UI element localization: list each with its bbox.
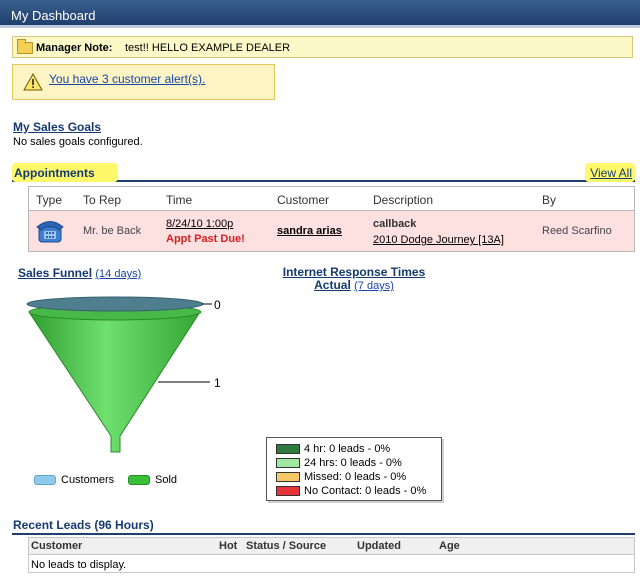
manager-note-label: Manager Note:: [36, 42, 113, 54]
sales-goals-text: No sales goals configured.: [13, 136, 143, 148]
sales-funnel-chart: [26, 296, 212, 453]
column-header: Customer: [31, 540, 83, 552]
recent-leads-table: Customer Hot Status / Source Updated Age…: [28, 537, 635, 573]
column-header: Type: [36, 193, 63, 207]
appointment-status: Appt Past Due!: [166, 233, 245, 245]
legend-swatch: [276, 472, 300, 482]
column-header: Status / Source: [246, 540, 327, 552]
table-header: Customer Hot Status / Source Updated Age: [29, 538, 634, 555]
funnel-top-value: 0: [214, 298, 221, 312]
appointment-customer-link[interactable]: sandra arias: [277, 225, 342, 237]
table-header: Type To Rep Time Customer Description By: [29, 187, 634, 211]
response-times-legend: 4 hr: 0 leads - 0% 24 hrs: 0 leads - 0% …: [266, 437, 442, 501]
sales-funnel-title[interactable]: Sales Funnel: [18, 266, 92, 280]
recent-leads-title: Recent Leads (96 Hours): [13, 518, 154, 532]
view-all-link[interactable]: View All: [590, 166, 632, 180]
column-header: By: [542, 193, 557, 207]
appointments-table: Type To Rep Time Customer Description By…: [28, 186, 635, 252]
table-row[interactable]: Mr. be Back 8/24/10 1:00p Appt Past Due!…: [29, 211, 634, 251]
appointments-title: Appointments: [14, 166, 95, 180]
internet-response-title[interactable]: Internet Response Times: [283, 265, 426, 279]
legend-item-customers: Customers: [34, 474, 124, 486]
legend-label: Customers: [61, 474, 115, 486]
internet-response-period-link[interactable]: (7 days): [354, 280, 394, 292]
recent-leads-header: Recent Leads (96 Hours): [12, 517, 635, 535]
empty-state-text: No leads to display.: [31, 559, 127, 571]
appointment-to-rep: Mr. be Back: [83, 225, 142, 237]
appointment-time-link[interactable]: 8/24/10 1:00p: [166, 218, 233, 230]
column-header: To Rep: [83, 193, 122, 207]
customers-swatch: [34, 475, 56, 485]
manager-note-text: test!! HELLO EXAMPLE DEALER: [125, 42, 291, 54]
sales-goals-title[interactable]: My Sales Goals: [13, 120, 101, 134]
appointment-vehicle-link[interactable]: 2010 Dodge Journey [13A]: [373, 234, 504, 246]
page-title: My Dashboard: [11, 8, 96, 23]
phone-icon: [36, 221, 64, 243]
column-header: Description: [373, 193, 434, 207]
legend-item-sold: Sold: [128, 474, 188, 486]
legend-swatch: [276, 458, 300, 468]
internet-response-subtitle[interactable]: Actual: [314, 278, 351, 292]
legend-swatch: [276, 486, 300, 496]
internet-response-title-block: Internet Response Times Actual (7 days): [271, 266, 437, 293]
dashboard-header: My Dashboard: [0, 0, 640, 28]
column-header: Customer: [277, 193, 330, 207]
funnel-customers-top: [26, 296, 204, 312]
appointments-header: Appointments View All: [12, 163, 635, 182]
folder-icon: [17, 39, 33, 54]
customer-alert-box: You have 3 customer alert(s).: [12, 64, 275, 100]
appointment-by: Reed Scarfino: [542, 225, 612, 237]
sales-funnel-period-link[interactable]: (14 days): [95, 268, 141, 280]
manager-note-bar: Manager Note: test!! HELLO EXAMPLE DEALE…: [12, 36, 633, 58]
legend-label: 24 hrs: 0 leads - 0%: [304, 457, 402, 469]
column-header: Updated: [357, 540, 401, 552]
column-header: Hot: [219, 540, 238, 552]
legend-label: Sold: [155, 474, 178, 486]
legend-label: No Contact: 0 leads - 0%: [304, 485, 427, 497]
legend-swatch: [276, 444, 300, 454]
appointment-description: callback: [373, 218, 417, 230]
customer-alerts-link[interactable]: You have 3 customer alert(s).: [49, 72, 205, 86]
sold-swatch: [128, 475, 150, 485]
legend-label: 4 hr: 0 leads - 0%: [304, 443, 391, 455]
column-header: Age: [439, 540, 460, 552]
warning-icon: [23, 73, 43, 91]
column-header: Time: [166, 193, 193, 207]
sales-funnel-title-block: Sales Funnel (14 days): [18, 266, 141, 280]
funnel-mid-value: 1: [214, 376, 221, 390]
legend-label: Missed: 0 leads - 0%: [304, 471, 407, 483]
